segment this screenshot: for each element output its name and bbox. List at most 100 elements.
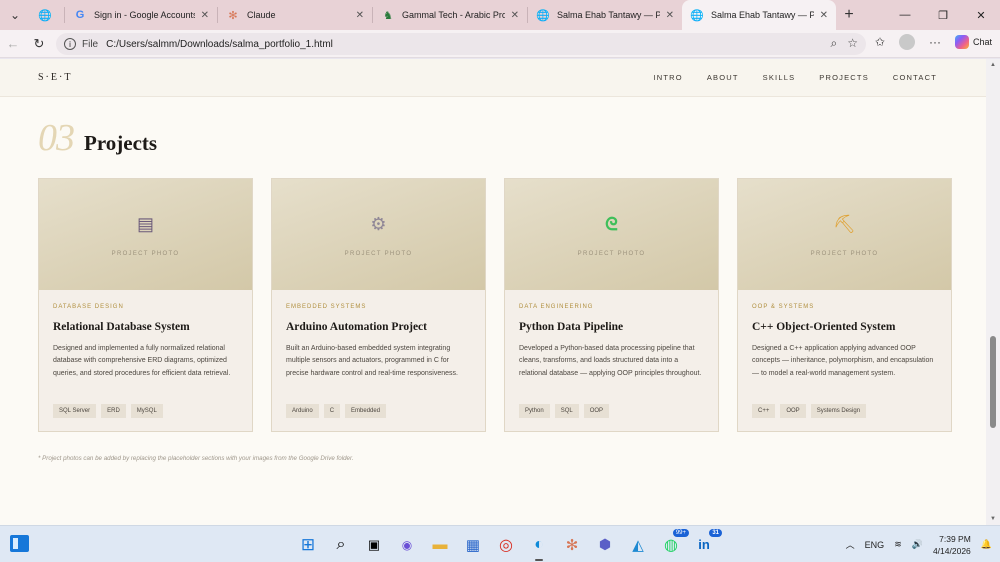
snake-icon: ᘓ — [605, 214, 618, 234]
new-tab-plus-icon[interactable]: + — [836, 6, 862, 24]
project-description: Developed a Python-based data processing… — [519, 345, 702, 377]
nav-link-skills[interactable]: SKILLS — [763, 73, 796, 82]
edge-icon[interactable]: ◐ — [527, 533, 551, 561]
project-title: Arduino Automation Project — [286, 321, 427, 333]
taskbar-apps: ⊞ ⌕ ▣ ◉ ▬ ▦ ◎ ◐ ✻ ⬢ ◭ ◍ 99+ in 31 — [296, 526, 722, 562]
favorite-star-icon[interactable]: ☆ — [847, 36, 858, 51]
project-photo-placeholder: ᘓ PROJECT PHOTO — [505, 179, 718, 290]
notification-badge: 99+ — [672, 528, 689, 537]
url-scheme: File — [82, 38, 99, 50]
window-controls: — ❐ ✕ — [886, 0, 1000, 30]
nav-link-projects[interactable]: PROJECTS — [819, 73, 869, 82]
zoom-icon[interactable]: ⌕ — [831, 36, 838, 51]
photo-label: PROJECT PHOTO — [111, 251, 180, 257]
tag: SQL Server — [53, 404, 97, 418]
windows-start-icon[interactable]: ⊞ — [296, 533, 320, 557]
close-icon[interactable]: ✕ — [511, 10, 519, 21]
project-category: EMBEDDED SYSTEMS — [286, 304, 367, 310]
linkedin-icon[interactable]: in 31 — [692, 528, 722, 557]
section-heading: 03 Projects — [38, 119, 157, 157]
chat-label[interactable]: Chat — [973, 37, 992, 47]
project-title: Python Data Pipeline — [519, 321, 624, 333]
section-title: Projects — [84, 131, 158, 155]
clock-date: 4/14/2026 — [932, 545, 971, 556]
reload-icon[interactable]: ↻ — [26, 36, 52, 52]
widgets-icon[interactable] — [10, 535, 29, 552]
restore-icon[interactable]: ❐ — [924, 0, 962, 30]
back-arrow-icon[interactable]: ← — [0, 36, 26, 51]
url-text[interactable]: C:/Users/salmm/Downloads/salma_portfolio… — [106, 39, 333, 50]
claude-icon[interactable]: ✻ — [560, 533, 584, 557]
claude-icon: ✻ — [228, 9, 238, 22]
notification-badge: 31 — [709, 528, 722, 537]
photo-label: PROJECT PHOTO — [344, 251, 413, 257]
tag: OOP — [780, 404, 806, 418]
photo-label: PROJECT PHOTO — [577, 251, 646, 257]
notification-bell-icon[interactable]: 🔔 — [981, 539, 992, 550]
tab-claude[interactable]: ✻ Claude ✕ — [218, 0, 372, 30]
whatsapp-icon[interactable]: ◍ 99+ — [659, 528, 689, 557]
gammal-icon: ♞ — [383, 9, 393, 22]
globe-icon: 🌐 — [38, 9, 52, 22]
page-scrollbar[interactable]: ▲ ▼ — [986, 59, 1000, 525]
close-icon[interactable]: ✕ — [356, 10, 364, 21]
task-view-icon[interactable]: ▣ — [362, 533, 386, 557]
close-window-icon[interactable]: ✕ — [962, 0, 1000, 30]
tab-label: Salma Ehab Tantawy — Portf — [711, 10, 814, 20]
scroll-up-icon[interactable]: ▲ — [986, 59, 1000, 71]
browser-tab-strip: ⌄ 🌐 G Sign in - Google Accounts ✕ ✻ Clau… — [0, 0, 1000, 30]
tab-portfolio-1[interactable]: 🌐 Salma Ehab Tantawy — Portf ✕ — [528, 0, 682, 30]
tab-search-chevron-icon[interactable]: ⌄ — [0, 0, 30, 30]
project-card: ⚙ PROJECT PHOTO EMBEDDED SYSTEMS Arduino… — [271, 178, 486, 432]
tab-portfolio-active[interactable]: 🌐 Salma Ehab Tantawy — Portf ✕ — [682, 0, 836, 30]
tag: C++ — [752, 404, 776, 418]
volume-icon[interactable]: 🔊 — [912, 539, 923, 550]
windows-taskbar: ⊞ ⌕ ▣ ◉ ▬ ▦ ◎ ◐ ✻ ⬢ ◭ ◍ 99+ in 31 ︿ ENG ≋ … — [0, 525, 1000, 562]
address-bar[interactable]: i File C:/Users/salmm/Downloads/salma_po… — [56, 33, 866, 55]
tray-chevron-up-icon[interactable]: ︿ — [846, 538, 855, 551]
site-brand[interactable]: S·E·T — [38, 72, 72, 83]
scroll-down-icon[interactable]: ▼ — [986, 513, 1000, 525]
project-category: DATABASE DESIGN — [53, 304, 124, 310]
search-icon[interactable]: ⌕ — [329, 533, 353, 557]
more-options-icon[interactable]: ··· — [929, 35, 941, 49]
globe-icon: 🌐 — [690, 9, 704, 22]
tab-label: Claude — [247, 10, 276, 20]
nav-link-intro[interactable]: INTRO — [653, 73, 682, 82]
favorites-icon[interactable]: ✩ — [875, 35, 885, 49]
project-tags: Arduino C Embedded — [286, 404, 471, 418]
project-category: DATA ENGINEERING — [519, 304, 594, 310]
tab-gammal-tech[interactable]: ♞ Gammal Tech - Arabic Progra ✕ — [373, 0, 527, 30]
copilot-icon[interactable] — [954, 35, 969, 49]
nav-link-contact[interactable]: CONTACT — [893, 73, 937, 82]
google-icon: G — [75, 9, 85, 21]
tab-globe[interactable]: 🌐 — [30, 0, 64, 30]
close-icon[interactable]: ✕ — [201, 10, 209, 21]
scrollbar-thumb[interactable] — [990, 336, 996, 428]
site-nav-links: INTRO ABOUT SKILLS PROJECTS CONTACT — [653, 73, 937, 82]
tag: MySQL — [130, 404, 163, 418]
copilot-icon[interactable]: ◉ — [395, 533, 419, 557]
site-nav: S·E·T INTRO ABOUT SKILLS PROJECTS CONTAC… — [0, 59, 986, 97]
microsoft-store-icon[interactable]: ▦ — [461, 533, 485, 557]
project-tags: C++ OOP Systems Design — [752, 404, 937, 418]
chrome-icon[interactable]: ◎ — [494, 533, 518, 557]
wifi-icon[interactable]: ≋ — [894, 539, 902, 550]
language-indicator[interactable]: ENG — [865, 540, 885, 550]
tab-google-accounts[interactable]: G Sign in - Google Accounts ✕ — [65, 0, 217, 30]
nav-link-about[interactable]: ABOUT — [707, 73, 739, 82]
filing-cabinet-icon: ▤ — [136, 214, 155, 234]
close-icon[interactable]: ✕ — [666, 10, 674, 21]
project-tags: SQL Server ERD MySQL — [53, 404, 238, 418]
photo-label: PROJECT PHOTO — [810, 251, 879, 257]
minimize-icon[interactable]: — — [886, 0, 924, 30]
teams-icon[interactable]: ⬢ — [593, 533, 617, 557]
vscode-icon[interactable]: ◭ — [626, 533, 650, 557]
close-icon[interactable]: ✕ — [820, 10, 828, 21]
profile-avatar-icon[interactable] — [898, 34, 915, 50]
tag: OOP — [583, 404, 610, 418]
clock[interactable]: 7:39 PM 4/14/2026 — [933, 533, 971, 557]
info-icon[interactable]: i — [64, 38, 76, 50]
file-explorer-icon[interactable]: ▬ — [428, 533, 452, 557]
tag: Arduino — [286, 404, 319, 418]
